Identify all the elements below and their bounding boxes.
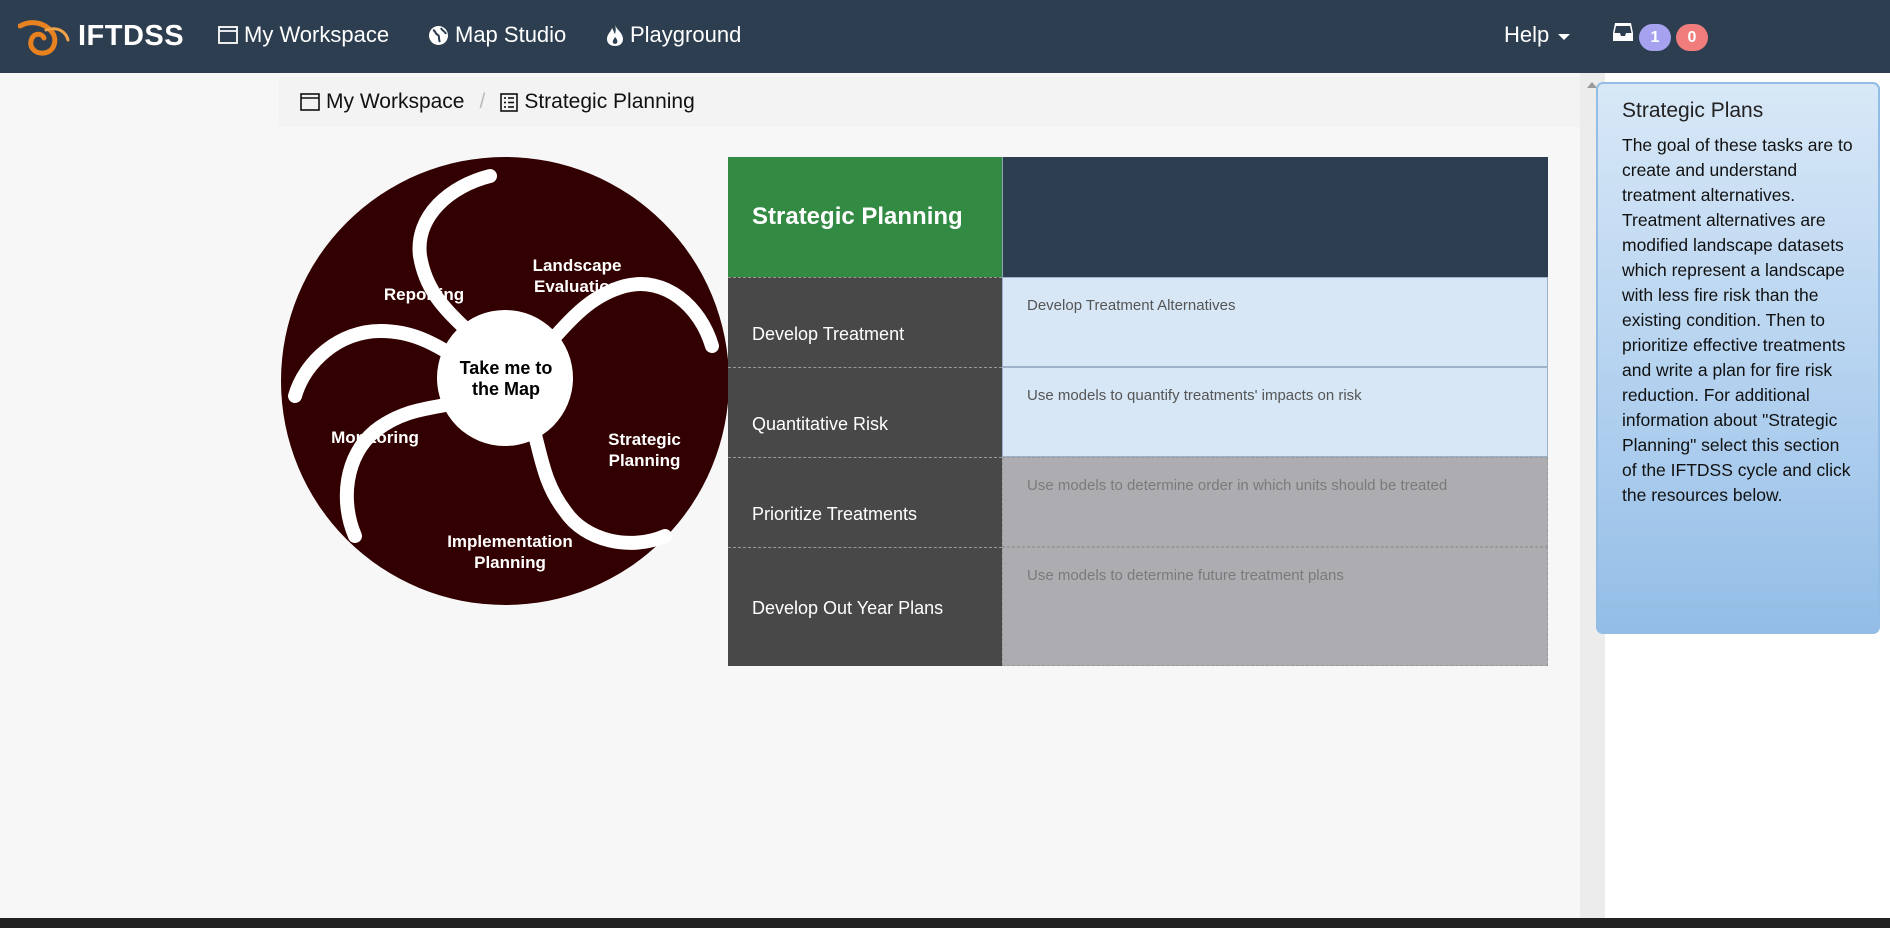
cycle-landscape-evaluation[interactable]: Landscape Evaluation <box>527 255 627 297</box>
window-icon <box>300 93 320 111</box>
list-icon <box>500 92 519 112</box>
strategic-plans-panel: Strategic Plans The goal of these tasks … <box>1596 82 1880 634</box>
notification-badge[interactable]: 1 <box>1639 24 1671 51</box>
strategic-planning-table: Strategic Planning Develop Treatment Dev… <box>728 157 1548 666</box>
panel-title: Strategic Plans <box>1622 99 1764 122</box>
nav-map-studio[interactable]: Map Studio <box>428 22 566 48</box>
breadcrumb-strategic-planning: Strategic Planning <box>500 90 695 114</box>
cycle-strategic-planning[interactable]: Strategic Planning <box>597 429 692 471</box>
brand-name: IFTDSS <box>78 19 185 52</box>
cycle-monitoring[interactable]: Monitoring <box>320 427 430 448</box>
brand[interactable]: IFTDSS <box>18 14 184 58</box>
task-quantitative-risk-description[interactable]: Use models to quantify treatments' impac… <box>1002 367 1548 457</box>
breadcrumb-separator: / <box>479 90 486 113</box>
bottom-edge <box>0 918 1890 928</box>
alert-badge[interactable]: 0 <box>1676 24 1708 51</box>
task-develop-out-year-plans-description: Use models to determine future treatment… <box>1002 547 1548 666</box>
inbox-icon[interactable] <box>1612 21 1634 43</box>
fire-icon <box>607 24 623 46</box>
globe-icon <box>429 25 448 45</box>
nav-my-workspace-label: My Workspace <box>244 22 390 47</box>
caret-down-icon <box>1558 33 1571 40</box>
task-develop-treatment[interactable]: Develop Treatment <box>728 277 1002 367</box>
nav-playground[interactable]: Playground <box>606 22 741 48</box>
task-quantitative-risk[interactable]: Quantitative Risk <box>728 367 1002 457</box>
table-header-title: Strategic Planning <box>728 157 1002 277</box>
window-icon <box>218 26 238 44</box>
breadcrumb-strategic-planning-label: Strategic Planning <box>524 90 695 113</box>
top-navbar: IFTDSS My Workspace Map Studio Playgroun… <box>0 0 1890 73</box>
breadcrumb-my-workspace-label: My Workspace <box>326 90 465 113</box>
task-prioritize-treatments[interactable]: Prioritize Treatments <box>728 457 1002 547</box>
task-develop-treatment-description[interactable]: Develop Treatment Alternatives <box>1002 277 1548 367</box>
breadcrumb-my-workspace[interactable]: My Workspace <box>300 90 464 114</box>
nav-playground-label: Playground <box>630 22 742 47</box>
cycle-implementation-planning[interactable]: Implementation Planning <box>440 531 580 573</box>
cycle-take-me-to-map[interactable]: Take me to the Map <box>456 358 556 400</box>
task-develop-out-year-plans[interactable]: Develop Out Year Plans <box>728 547 1002 666</box>
help-dropdown[interactable]: Help <box>1504 22 1571 48</box>
nav-my-workspace[interactable]: My Workspace <box>218 22 389 48</box>
panel-description: The goal of these tasks are to create an… <box>1622 135 1853 505</box>
iftdss-cycle-diagram: Reporting Landscape Evaluation Strategic… <box>280 156 730 606</box>
help-label: Help <box>1504 22 1550 47</box>
table-header-blank <box>1002 157 1548 277</box>
flame-logo-icon <box>18 20 70 56</box>
nav-map-studio-label: Map Studio <box>455 22 567 47</box>
cycle-reporting[interactable]: Reporting <box>374 284 474 305</box>
breadcrumb: My Workspace / Strategic Planning <box>279 77 1580 127</box>
task-prioritize-treatments-description: Use models to determine order in which u… <box>1002 457 1548 547</box>
